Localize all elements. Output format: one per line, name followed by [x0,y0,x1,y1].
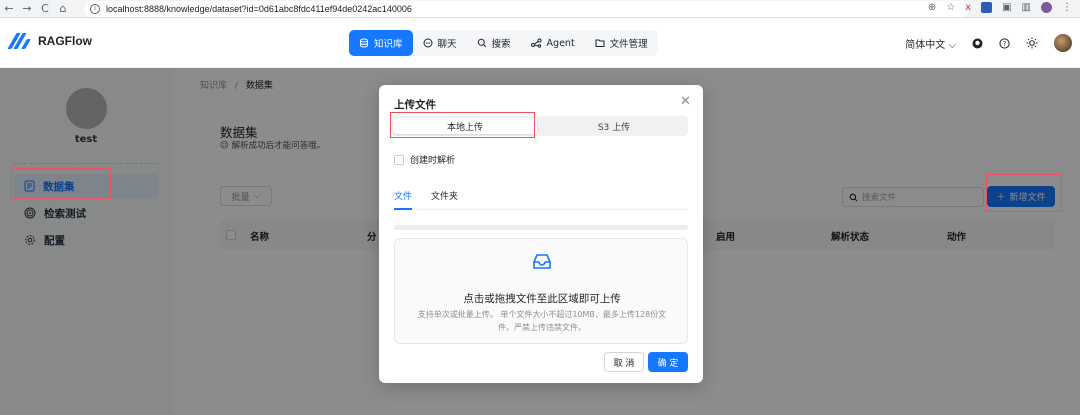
upload-file-modal: 上传文件 ✕ 本地上传 S3 上传 创建时解析 文件 文件夹 点击或拖拽文件至此… [379,85,703,383]
chevron-down-icon: ⌵ [948,39,956,51]
agent-icon [530,38,542,48]
segment-s3-upload[interactable]: S3 上传 [542,118,686,134]
highlight-box-local-upload [390,112,535,138]
theme-sun-icon[interactable] [1026,37,1038,49]
svg-text:?: ? [1003,40,1007,48]
active-tab-indicator [394,208,412,210]
folder-icon [595,39,605,47]
parse-on-create-option[interactable]: 创建时解析 [394,153,455,166]
nav-agent-label: Agent [546,37,575,49]
extensions-puzzle-icon[interactable]: ▣ [1002,2,1011,13]
profile-avatar-icon[interactable] [1041,2,1052,13]
header-right: 简体中文 ⌵ ? [905,34,1072,52]
forward-icon[interactable]: → [18,2,36,15]
dropzone-hint-text: 支持单次或批量上传。 单个文件大小不超过10MB，最多上传128份文件。严禁上传… [417,310,667,332]
parse-on-create-label: 创建时解析 [410,156,456,166]
zoom-icon[interactable]: ⊕ [928,2,936,13]
cancel-button[interactable]: 取 消 [604,352,644,372]
browser-menu-icon[interactable]: ⋮ [1062,2,1072,13]
inbox-icon [533,254,551,269]
ragflow-logo-icon [7,32,31,50]
modal-title: 上传文件 [394,99,436,111]
url-text: localhost:8888/knowledge/dataset?id=0d61… [106,4,412,14]
browser-actions: ⊕ ☆ x ▣ ▥ ⋮ [928,2,1072,13]
browser-toolbar: ← → C ⌂ i localhost:8888/knowledge/datas… [0,0,1080,18]
tab-file[interactable]: 文件 [394,189,412,202]
brand-name: RAGFlow [38,34,92,48]
reload-icon[interactable]: C [36,2,54,15]
back-icon[interactable]: ← [0,2,18,15]
sidebar-icon[interactable]: ▥ [1022,2,1031,13]
nav-search[interactable]: 搜索 [467,30,521,56]
language-selector[interactable]: 简体中文 ⌵ [905,36,956,51]
language-label: 简体中文 [905,39,946,51]
brand-logo[interactable]: RAGFlow [7,32,92,50]
nav-chat[interactable]: 聊天 [413,30,467,56]
nav-file-management[interactable]: 文件管理 [585,30,658,56]
chat-icon [423,38,433,48]
top-nav: 知识库 聊天 搜索 Agent 文件管理 [349,30,658,56]
close-icon[interactable]: ✕ [680,94,691,109]
home-icon[interactable]: ⌂ [54,2,72,15]
extension-icon[interactable] [981,2,993,13]
site-info-icon[interactable]: i [90,4,100,14]
nav-search-label: 搜索 [491,39,511,50]
nav-chat-label: 聊天 [437,39,457,50]
nav-knowledge-base-label: 知识库 [374,39,403,50]
dropzone-main-text: 点击或拖拽文件至此区域即可上传 [463,293,621,305]
parse-on-create-checkbox[interactable] [394,154,404,165]
user-avatar[interactable] [1054,34,1072,52]
highlight-box-sidebar [11,168,111,199]
help-icon[interactable]: ? [999,37,1010,49]
github-icon[interactable] [972,38,983,49]
highlight-box-add-file [986,174,1062,212]
extension-x-icon[interactable]: x [965,2,971,13]
address-bar[interactable]: i localhost:8888/knowledge/dataset?id=0d… [84,1,969,17]
database-icon [360,38,368,48]
tab-folder[interactable]: 文件夹 [431,189,458,202]
search-icon [477,38,486,48]
nav-agent[interactable]: Agent [521,30,585,56]
app-header: RAGFlow 知识库 聊天 搜索 Agent 文件管理 简体中文 ⌵ ? [0,18,1080,68]
confirm-button[interactable]: 确 定 [648,352,688,372]
upload-progress-bar [394,225,688,230]
upload-dropzone[interactable]: 点击或拖拽文件至此区域即可上传 支持单次或批量上传。 单个文件大小不超过10MB… [394,238,688,344]
nav-file-management-label: 文件管理 [609,39,648,50]
upload-type-tabs: 文件 文件夹 [394,189,688,210]
bookmark-star-icon[interactable]: ☆ [946,2,955,13]
nav-knowledge-base[interactable]: 知识库 [349,30,413,56]
